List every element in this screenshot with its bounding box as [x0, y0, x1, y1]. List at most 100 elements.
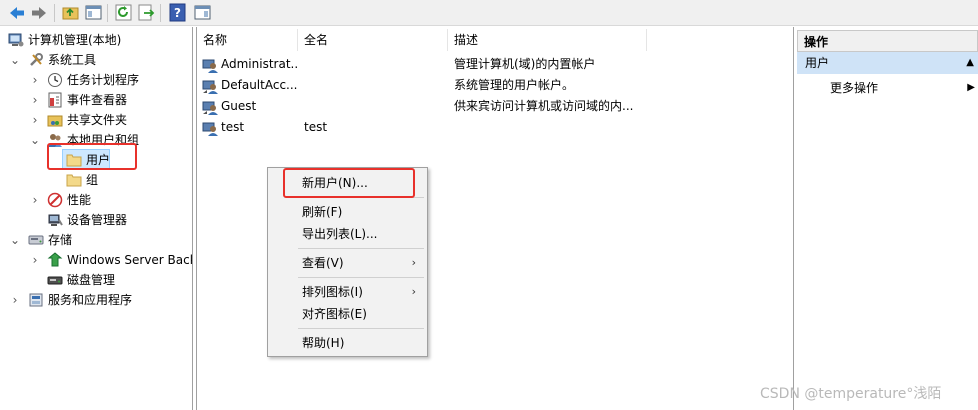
- menu-item-line-up-icons[interactable]: 对齐图标(E): [269, 303, 426, 325]
- menu-item-export-list[interactable]: 导出列表(L)...: [269, 223, 426, 245]
- list-header: 名称 全名 描述: [197, 29, 647, 51]
- storage-icon: [28, 232, 44, 248]
- menu-item-arrange-icons[interactable]: 排列图标(I) ›: [269, 281, 426, 303]
- chevron-right-icon[interactable]: ›: [29, 110, 41, 130]
- menu-item-label: 查看(V): [302, 256, 344, 270]
- tree-item-event-viewer[interactable]: › 事件查看器: [0, 90, 190, 110]
- shared-folder-icon: [47, 112, 63, 128]
- cell-fullname: test: [304, 120, 328, 134]
- menu-item-help[interactable]: 帮助(H): [269, 332, 426, 354]
- cell-name: Administrat...: [221, 57, 299, 71]
- tree-item-label: 任务计划程序: [67, 73, 140, 87]
- menu-item-label: 新用户(N)...: [302, 176, 368, 190]
- export-list-icon[interactable]: [137, 3, 156, 22]
- tree-item-shared-folders[interactable]: › 共享文件夹: [0, 110, 190, 130]
- tree-item-device-manager[interactable]: 设备管理器: [0, 210, 190, 230]
- up-folder-icon[interactable]: [61, 3, 80, 22]
- column-header-name[interactable]: 名称: [197, 29, 298, 51]
- toolbar-separator: [54, 4, 55, 22]
- cell-description: 系统管理的用户帐户。: [454, 78, 575, 92]
- cell-name: DefaultAcc...: [221, 78, 298, 92]
- actions-pane: 操作 用户 ▲ 更多操作 ▶: [797, 27, 978, 410]
- tree-item-label: 系统工具: [48, 53, 97, 67]
- system-tools-icon: [28, 52, 44, 68]
- table-row[interactable]: test test: [197, 117, 793, 138]
- tree-item-services-apps[interactable]: › 服务和应用程序: [0, 290, 190, 310]
- show-hide-action-pane-icon[interactable]: [193, 3, 212, 22]
- tree-item-local-users-groups[interactable]: ⌄ 本地用户和组: [0, 130, 190, 150]
- menu-item-label: 帮助(H): [302, 336, 345, 350]
- disk-management-icon: [47, 272, 63, 288]
- user-icon: [202, 78, 218, 94]
- tree-item-label: 本地用户和组: [67, 133, 140, 147]
- tree-item-storage[interactable]: ⌄ 存储: [0, 230, 190, 250]
- performance-icon: [47, 192, 63, 208]
- device-manager-icon: [47, 212, 63, 228]
- back-icon[interactable]: [8, 4, 26, 22]
- menu-item-new-user[interactable]: 新用户(N)...: [269, 172, 426, 194]
- tree-item-system-tools[interactable]: ⌄ 系统工具: [0, 50, 190, 70]
- tree-item-disk-management[interactable]: 磁盘管理: [0, 270, 190, 290]
- cell-description: 管理计算机(域)的内置帐户: [454, 57, 596, 71]
- cell-name: Guest: [221, 99, 257, 113]
- tree-item-label: 设备管理器: [67, 213, 128, 227]
- tree-item-label: Windows Server Back: [67, 253, 193, 267]
- menu-separator: [298, 328, 424, 329]
- chevron-down-icon[interactable]: ⌄: [9, 50, 21, 70]
- svg-text:?: ?: [174, 6, 181, 20]
- users-groups-icon: [47, 132, 63, 148]
- tree-item-label: 用户: [86, 153, 111, 167]
- user-icon: [202, 57, 218, 73]
- more-actions-label: 更多操作: [830, 81, 879, 95]
- chevron-right-icon[interactable]: ›: [29, 90, 41, 110]
- actions-more-actions[interactable]: 更多操作 ▶: [797, 78, 978, 98]
- tree-item-label: 性能: [67, 193, 92, 207]
- menu-separator: [298, 248, 424, 249]
- tree-item-groups[interactable]: 组: [0, 170, 190, 190]
- table-row[interactable]: Guest 供来宾访问计算机或访问域的内...: [197, 96, 793, 117]
- refresh-icon[interactable]: [114, 3, 133, 22]
- folder-icon: [66, 172, 82, 188]
- user-icon: [202, 120, 218, 136]
- menu-item-view[interactable]: 查看(V) ›: [269, 252, 426, 274]
- clock-icon: [47, 72, 63, 88]
- chevron-down-icon[interactable]: ⌄: [9, 230, 21, 250]
- show-hide-tree-icon[interactable]: [84, 3, 103, 22]
- cell-description: 供来宾访问计算机或访问域的内...: [454, 99, 634, 113]
- toolbar-separator: [107, 4, 108, 22]
- user-icon: [202, 99, 218, 115]
- help-icon[interactable]: ?: [168, 3, 187, 22]
- menu-item-label: 导出列表(L)...: [302, 227, 378, 241]
- chevron-right-icon[interactable]: ›: [29, 190, 41, 210]
- tree-item-performance[interactable]: › 性能: [0, 190, 190, 210]
- menu-item-label: 刷新(F): [302, 205, 343, 219]
- collapse-icon[interactable]: ▲: [966, 52, 974, 74]
- menu-item-label: 排列图标(I): [302, 285, 363, 299]
- table-row[interactable]: Administrat... 管理计算机(域)的内置帐户: [197, 54, 793, 75]
- forward-icon[interactable]: [30, 4, 48, 22]
- submenu-arrow-icon: ›: [411, 256, 416, 269]
- tree-item-label: 共享文件夹: [67, 113, 128, 127]
- column-header-description[interactable]: 描述: [448, 29, 647, 51]
- tree-item-computer-management[interactable]: 计算机管理(本地): [0, 30, 190, 50]
- tree-item-users[interactable]: 用户: [0, 150, 190, 170]
- tree-item-label: 磁盘管理: [67, 273, 116, 287]
- services-apps-icon: [28, 292, 44, 308]
- tree-item-label: 事件查看器: [67, 93, 128, 107]
- chevron-down-icon[interactable]: ⌄: [29, 130, 41, 150]
- column-header-fullname[interactable]: 全名: [298, 29, 448, 51]
- chevron-right-icon[interactable]: ›: [9, 290, 21, 310]
- folder-icon: [66, 152, 82, 168]
- tree-item-label: 服务和应用程序: [48, 293, 133, 307]
- tree-item-label: 存储: [48, 233, 73, 247]
- actions-section-users[interactable]: 用户 ▲: [797, 52, 978, 74]
- watermark: CSDN @temperature°浅陌: [760, 386, 942, 402]
- tree-item-task-scheduler[interactable]: › 任务计划程序: [0, 70, 190, 90]
- table-row[interactable]: DefaultAcc... 系统管理的用户帐户。: [197, 75, 793, 96]
- chevron-right-icon[interactable]: ›: [29, 250, 41, 270]
- cell-name: test: [221, 120, 245, 134]
- console-tree: 计算机管理(本地) ⌄ 系统工具 › 任务计划程序 › 事件查看器 › 共享文件…: [0, 27, 193, 410]
- tree-item-windows-server-backup[interactable]: › Windows Server Back: [0, 250, 193, 270]
- chevron-right-icon[interactable]: ›: [29, 70, 41, 90]
- menu-item-refresh[interactable]: 刷新(F): [269, 201, 426, 223]
